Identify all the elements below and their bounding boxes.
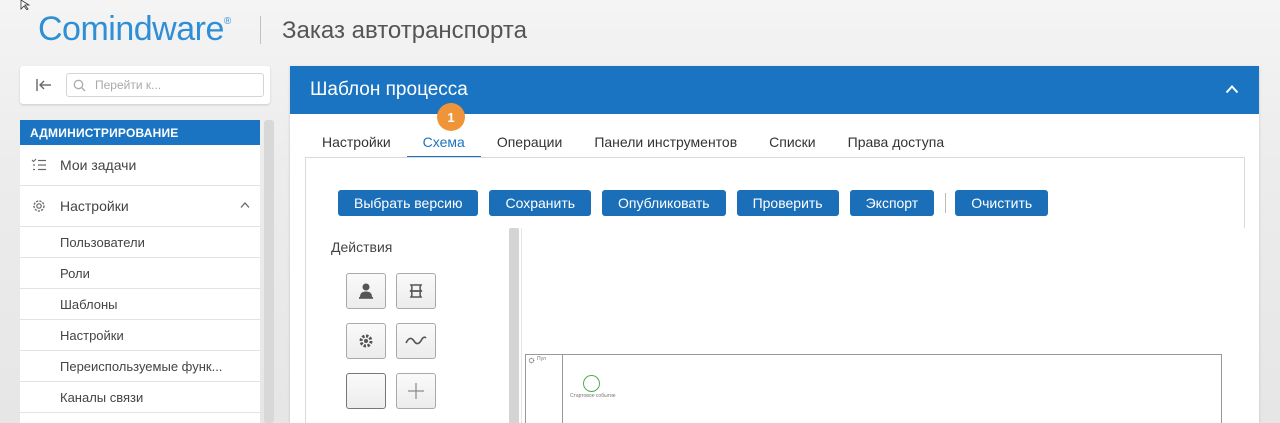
tab-bar: Настройки Схема Операции Панели инструме…: [306, 126, 960, 158]
tab-settings[interactable]: Настройки: [306, 126, 407, 158]
export-button[interactable]: Экспорт: [849, 190, 935, 216]
empty-task-button[interactable]: [346, 373, 386, 409]
tab-lists[interactable]: Списки: [753, 126, 831, 158]
search-icon: [73, 79, 86, 92]
select-version-button[interactable]: Выбрать версию: [338, 190, 479, 216]
bpmn-pool[interactable]: Пул Стартовое событие: [525, 354, 1222, 423]
schema-content: Выбрать версию Сохранить Опубликовать Пр…: [305, 157, 1245, 423]
registered-mark: ®: [223, 16, 231, 27]
search-input[interactable]: [95, 76, 255, 94]
sidebar-scrollbar[interactable]: [264, 120, 274, 423]
user-task-button[interactable]: [346, 273, 386, 309]
mouse-cursor-icon: [20, 0, 31, 10]
gear-icon: [30, 197, 48, 215]
task-list-icon: [30, 156, 48, 174]
sidebar-subitem-templates[interactable]: Шаблоны: [20, 289, 260, 320]
sidebar-subitem-reusable-functions[interactable]: Переиспользуемые функ...: [20, 351, 260, 382]
pool-header[interactable]: Пул: [526, 355, 563, 423]
publish-button[interactable]: Опубликовать: [602, 190, 726, 216]
sidebar-item-my-tasks[interactable]: Мои задачи: [20, 145, 260, 186]
panel-header: Шаблон процесса: [290, 66, 1259, 114]
schema-toolbar: Выбрать версию Сохранить Опубликовать Пр…: [338, 190, 1059, 216]
check-button[interactable]: Проверить: [736, 190, 839, 216]
palette-scrollbar[interactable]: [509, 228, 519, 423]
sidebar-subitem-channels[interactable]: Каналы связи: [20, 382, 260, 413]
subprocess-icon: [405, 336, 427, 345]
schema-canvas[interactable]: Пул Стартовое событие: [521, 228, 1245, 423]
sidebar-subitem-roles[interactable]: Роли: [20, 258, 260, 289]
tab-operations[interactable]: Операции: [481, 126, 579, 158]
pool-label: Пул: [537, 356, 546, 362]
service-task-icon: [359, 334, 373, 348]
sidebar-search-bar: [20, 66, 270, 104]
add-element-button[interactable]: [396, 373, 436, 409]
search-field[interactable]: [66, 73, 264, 97]
app-title: Заказ автотранспорта: [282, 17, 527, 44]
process-template-panel: Шаблон процесса Настройки Схема Операции…: [290, 66, 1259, 423]
start-event[interactable]: [583, 375, 600, 392]
start-event-label: Стартовое событие: [570, 393, 616, 399]
tab-schema[interactable]: Схема: [406, 126, 481, 158]
service-task-button[interactable]: [346, 323, 386, 359]
sidebar-subitem-settings[interactable]: Настройки: [20, 320, 260, 351]
gear-icon[interactable]: [528, 357, 535, 364]
sidebar-item-label: Настройки: [60, 198, 129, 214]
chevron-up-icon[interactable]: [240, 201, 250, 209]
sidebar-item-settings[interactable]: Настройки: [20, 186, 260, 227]
subprocess-button[interactable]: [396, 323, 436, 359]
comindware-logo[interactable]: Comindware®: [38, 10, 231, 49]
clear-button[interactable]: Очистить: [955, 190, 1049, 216]
panel-title: Шаблон процесса: [310, 79, 468, 100]
sidebar-subitem-users[interactable]: Пользователи: [20, 227, 260, 258]
tab-toolbars[interactable]: Панели инструментов: [578, 126, 753, 158]
sidebar-nav: АДМИНИСТРИРОВАНИЕ Мои задачи Настройки П…: [20, 120, 260, 423]
sidebar-item-label: Мои задачи: [60, 157, 137, 173]
user-task-icon: [359, 283, 373, 299]
toolbar-divider: [945, 193, 947, 213]
actions-label: Действия: [331, 239, 393, 255]
chevron-up-icon[interactable]: [1225, 84, 1239, 94]
step-badge: 1: [437, 103, 465, 131]
script-task-button[interactable]: [396, 273, 436, 309]
add-icon: [408, 383, 424, 399]
save-button[interactable]: Сохранить: [489, 190, 592, 216]
script-task-icon: [409, 284, 423, 298]
tab-access-rights[interactable]: Права доступа: [832, 126, 960, 158]
logo-text: Comindware: [38, 10, 224, 48]
collapse-sidebar-icon[interactable]: [36, 78, 52, 92]
header-divider: [260, 16, 261, 44]
nav-section-admin: АДМИНИСТРИРОВАНИЕ: [20, 120, 260, 145]
